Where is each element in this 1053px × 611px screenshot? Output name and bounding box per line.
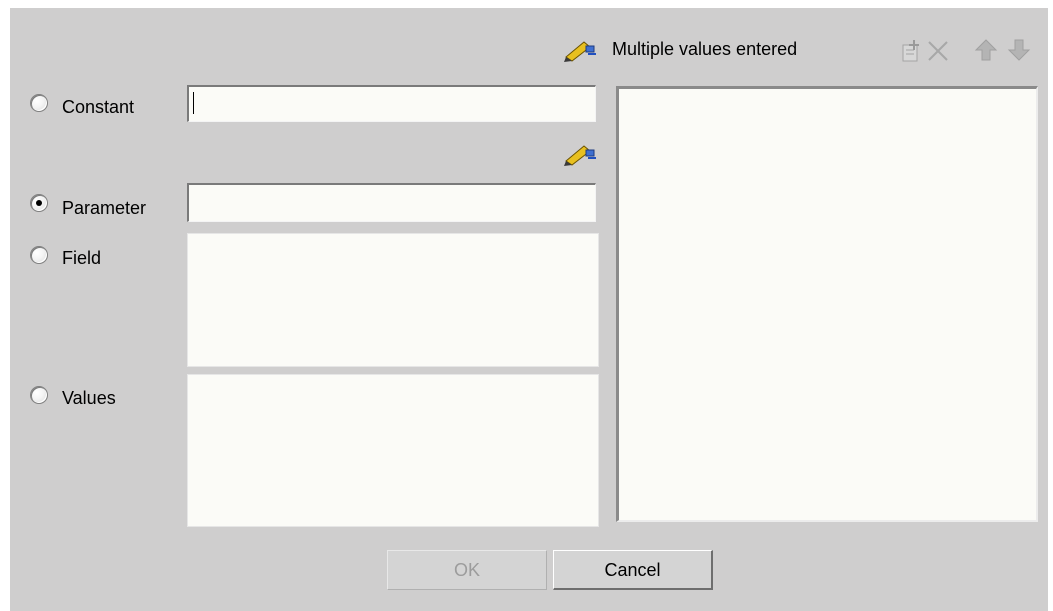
- parameter-input[interactable]: [187, 183, 596, 222]
- add-icon[interactable]: [900, 38, 924, 64]
- field-radio[interactable]: [30, 246, 48, 264]
- parameter-label: Parameter: [62, 198, 147, 218]
- delete-icon[interactable]: [926, 40, 950, 62]
- edit-pencil-icon[interactable]: [562, 142, 598, 166]
- dialog-panel: Multiple values entered Constant Paramet…: [10, 8, 1048, 611]
- ok-button[interactable]: OK: [387, 550, 547, 590]
- cancel-button[interactable]: Cancel: [553, 550, 713, 590]
- multiple-values-label: Multiple values entered: [612, 39, 798, 59]
- move-up-icon[interactable]: [974, 38, 998, 64]
- radio-selected-dot: [36, 200, 42, 206]
- values-label: Values: [62, 388, 116, 408]
- edit-pencil-icon[interactable]: [562, 38, 598, 62]
- field-label: Field: [62, 248, 102, 268]
- field-list[interactable]: [187, 233, 599, 367]
- values-list[interactable]: [187, 374, 599, 527]
- move-down-icon[interactable]: [1007, 38, 1031, 64]
- multiple-values-list[interactable]: [616, 86, 1038, 522]
- parameter-radio[interactable]: [30, 194, 48, 212]
- constant-input[interactable]: [187, 85, 596, 122]
- constant-radio[interactable]: [30, 94, 48, 112]
- values-radio[interactable]: [30, 386, 48, 404]
- text-caret: [193, 92, 194, 114]
- constant-label: Constant: [62, 97, 135, 117]
